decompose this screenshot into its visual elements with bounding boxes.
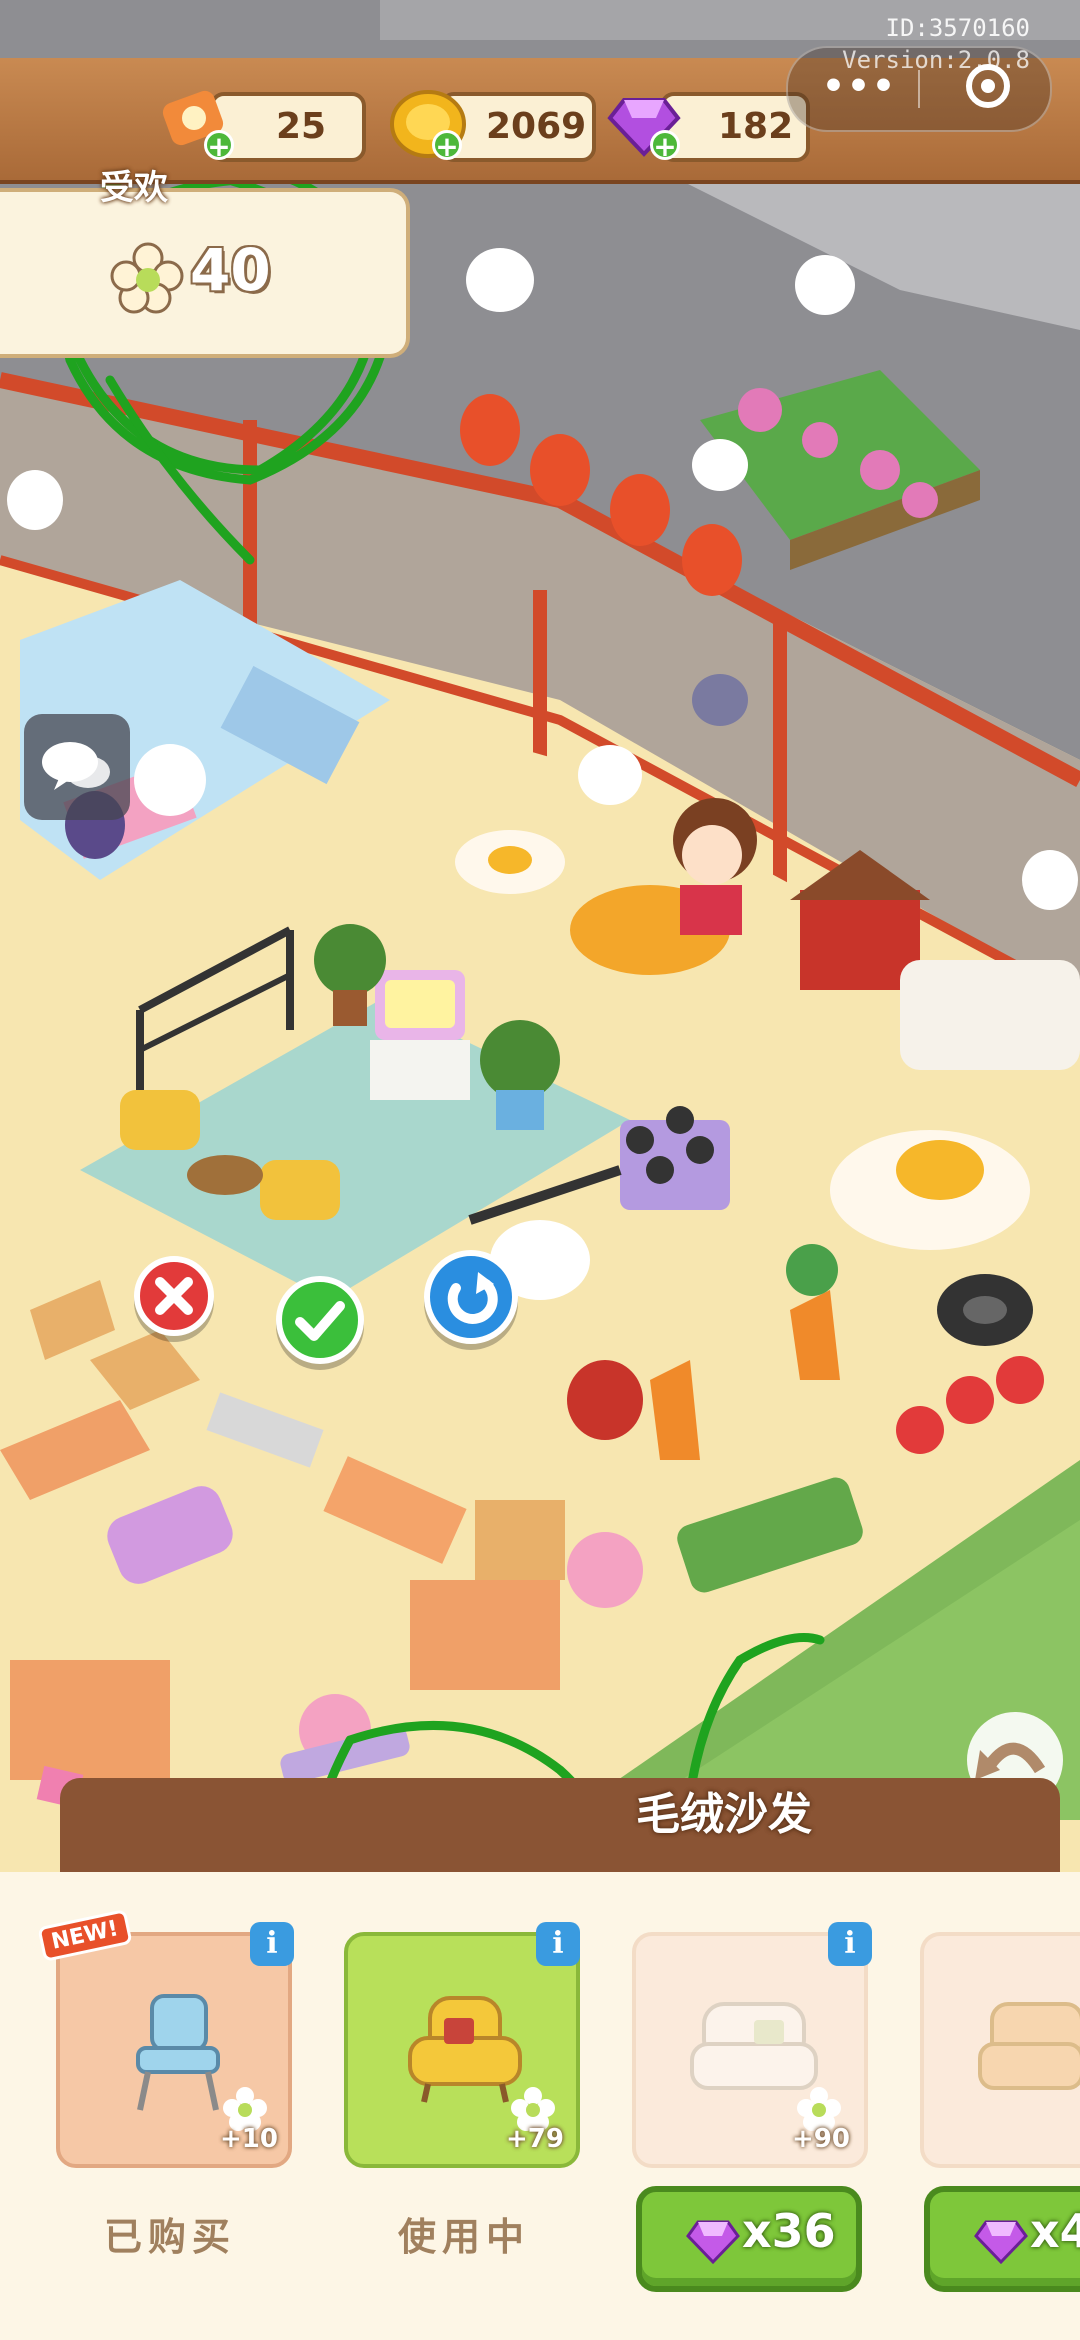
gems-count: 182: [718, 106, 794, 147]
gem-price-4: x4: [1030, 2204, 1080, 2258]
card-bonus-2: +79: [506, 2124, 564, 2154]
buy-with-gems-button-3[interactable]: x36: [636, 2186, 862, 2292]
dumbbell-rack: [620, 1106, 730, 1210]
tickets-count: 25: [276, 106, 327, 147]
card-info-button-2[interactable]: i: [536, 1922, 580, 1966]
card-status-purchased: 已购买: [104, 2215, 237, 2259]
player-id: ID:3570160: [885, 14, 1031, 42]
chat-button[interactable]: [24, 714, 130, 820]
rotate-icon: [447, 1272, 498, 1324]
add-gems-button[interactable]: +: [650, 130, 680, 161]
card-bonus-1: +10: [220, 2124, 278, 2154]
confirm-placement-button[interactable]: [276, 1276, 364, 1364]
buy-with-gems-button-4[interactable]: x4: [924, 2186, 1080, 2292]
item-name-banner: [60, 1778, 1060, 1878]
card-bonus-3: +90: [792, 2124, 850, 2154]
popularity-title: 受欢: [100, 168, 168, 208]
item-name: 毛绒沙发: [636, 1789, 812, 1840]
gem-icon: [974, 2220, 1028, 2265]
version-text: Version:2.0.8: [842, 46, 1030, 74]
add-coins-button[interactable]: +: [432, 130, 462, 161]
flower-icon: [110, 242, 184, 314]
close-icon: [155, 1277, 193, 1315]
card-info-button-1[interactable]: i: [250, 1922, 294, 1966]
furniture-card-sofa[interactable]: [920, 1932, 1080, 2168]
check-icon: [295, 1301, 345, 1341]
chat-icon: [42, 742, 110, 790]
card-status-in-use: 使用中: [398, 2215, 531, 2259]
gem-price-3: x36: [742, 2204, 836, 2258]
blue-chair-icon: [136, 1994, 220, 2111]
card-info-button-3[interactable]: i: [828, 1922, 872, 1966]
cancel-placement-button[interactable]: [134, 1256, 214, 1336]
gem-icon: [686, 2220, 740, 2265]
rotate-item-button[interactable]: [424, 1250, 518, 1344]
sofa-icon: [978, 2002, 1080, 2090]
popularity-value: 40: [190, 236, 271, 304]
coins-count: 2069: [486, 106, 587, 147]
add-tickets-button[interactable]: +: [204, 130, 234, 161]
